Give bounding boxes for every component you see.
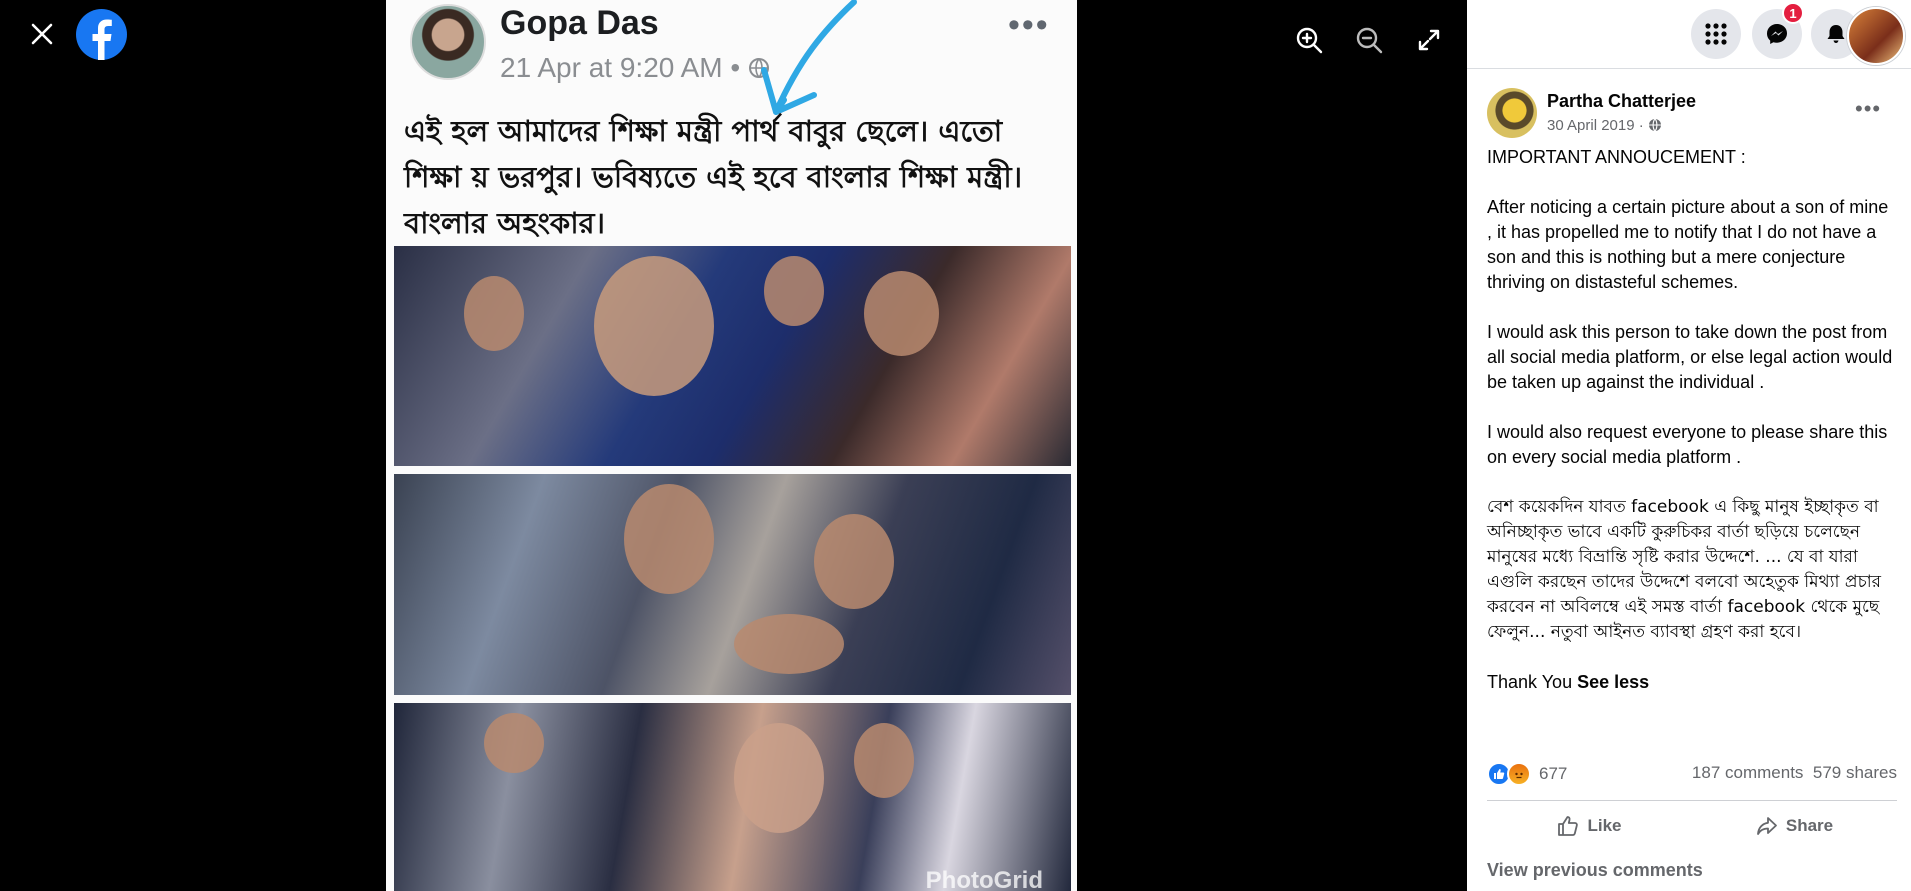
- facebook-logo[interactable]: [76, 9, 127, 60]
- post-photo: Gopa Das 21 Apr at 9:20 AM • ••• এই হল আ…: [386, 0, 1077, 891]
- post-paragraph: I would ask this person to take down the…: [1487, 322, 1898, 392]
- account-avatar-button[interactable]: [1847, 7, 1905, 65]
- photo-more-dots: •••: [1008, 6, 1050, 44]
- face-shape: [484, 713, 544, 773]
- post-paragraph: IMPORTANT ANNOUCEMENT :: [1487, 147, 1746, 167]
- post-author-avatar[interactable]: [1487, 88, 1537, 138]
- messenger-button[interactable]: 1: [1752, 2, 1804, 59]
- shares-count[interactable]: 579 shares: [1813, 763, 1897, 782]
- post-paragraph-bengali: বেশ কয়েকদিন যাবত facebook এ কিছু মানুষ …: [1487, 497, 1887, 642]
- post-paragraph: After noticing a certain picture about a…: [1487, 197, 1894, 292]
- menu-grid-icon: [1705, 23, 1727, 45]
- bell-icon: [1827, 25, 1845, 43]
- post-date[interactable]: 30 April 2019 ·: [1547, 117, 1662, 134]
- photo-post-time: 21 Apr at 9:20 AM •: [500, 52, 770, 84]
- menu-button[interactable]: [1691, 9, 1741, 59]
- like-button[interactable]: Like: [1487, 801, 1692, 851]
- messenger-badge: 1: [1782, 2, 1804, 24]
- view-previous-comments-link[interactable]: View previous comments: [1487, 860, 1703, 881]
- post-author-name[interactable]: Partha Chatterjee: [1547, 91, 1696, 112]
- zoom-in-icon: [1296, 27, 1323, 54]
- post-actions: Like Share: [1487, 800, 1897, 851]
- face-shape: [594, 256, 714, 396]
- post-closing: Thank You See less: [1487, 670, 1897, 695]
- photo-panel-2: [394, 474, 1071, 695]
- photo-author-name: Gopa Das: [500, 4, 659, 42]
- photo-caption: এই হল আমাদের শিক্ষা মন্ত্রী পার্থ বাবুর …: [404, 114, 1023, 240]
- post-options-button[interactable]: •••: [1855, 96, 1881, 122]
- reaction-count[interactable]: 677: [1539, 764, 1567, 784]
- face-shape: [764, 256, 824, 326]
- zoom-out-icon: [1356, 27, 1383, 54]
- post-paragraph: I would also request everyone to please …: [1487, 422, 1893, 467]
- see-less-link[interactable]: See less: [1577, 672, 1649, 692]
- post-date-text[interactable]: 30 April 2019 ·: [1547, 117, 1644, 134]
- thumbs-up-icon: [1558, 816, 1579, 836]
- photo-panel-3: PhotoGrid: [394, 703, 1071, 891]
- angry-reaction-icon: [1507, 762, 1531, 786]
- photo-author-avatar: [410, 4, 486, 80]
- globe-icon: [1648, 118, 1661, 132]
- face-shape: [854, 723, 914, 798]
- face-shape: [734, 614, 844, 674]
- post-sidebar: 1 Partha Chatterjee 30 April 2019 · ••• …: [1467, 0, 1911, 891]
- facebook-logo-icon: [76, 9, 127, 60]
- face-shape: [864, 271, 939, 356]
- photo-post-time-text: 21 Apr at 9:20 AM: [500, 52, 723, 83]
- top-navbar: 1: [1467, 0, 1911, 69]
- fullscreen-icon: [1418, 29, 1440, 51]
- share-icon: [1756, 817, 1777, 835]
- fullscreen-button[interactable]: [1409, 20, 1449, 60]
- messenger-icon: [1767, 24, 1787, 44]
- zoom-out-button[interactable]: [1349, 20, 1389, 60]
- reactions-summary[interactable]: 677: [1487, 761, 1567, 787]
- post-stats: 187 comments 579 shares: [1692, 763, 1897, 783]
- blue-annotation-mark: [761, 0, 857, 115]
- photo-viewer: Gopa Das 21 Apr at 9:20 AM • ••• এই হল আ…: [0, 0, 1467, 891]
- face-shape: [624, 484, 714, 594]
- zoom-in-button[interactable]: [1289, 20, 1329, 60]
- close-button[interactable]: [22, 14, 62, 54]
- face-shape: [734, 723, 824, 833]
- photogrid-watermark: PhotoGrid: [925, 867, 1043, 891]
- like-label[interactable]: Like: [1587, 816, 1621, 836]
- photo-panel-1: [394, 246, 1071, 466]
- close-icon: [31, 23, 53, 45]
- share-button[interactable]: Share: [1692, 801, 1897, 851]
- face-shape: [814, 514, 894, 609]
- post-closing-text: Thank You: [1487, 672, 1573, 692]
- post-text: IMPORTANT ANNOUCEMENT : After noticing a…: [1487, 145, 1897, 720]
- face-shape: [464, 276, 524, 351]
- share-label[interactable]: Share: [1786, 816, 1833, 836]
- comments-count[interactable]: 187 comments: [1692, 763, 1804, 782]
